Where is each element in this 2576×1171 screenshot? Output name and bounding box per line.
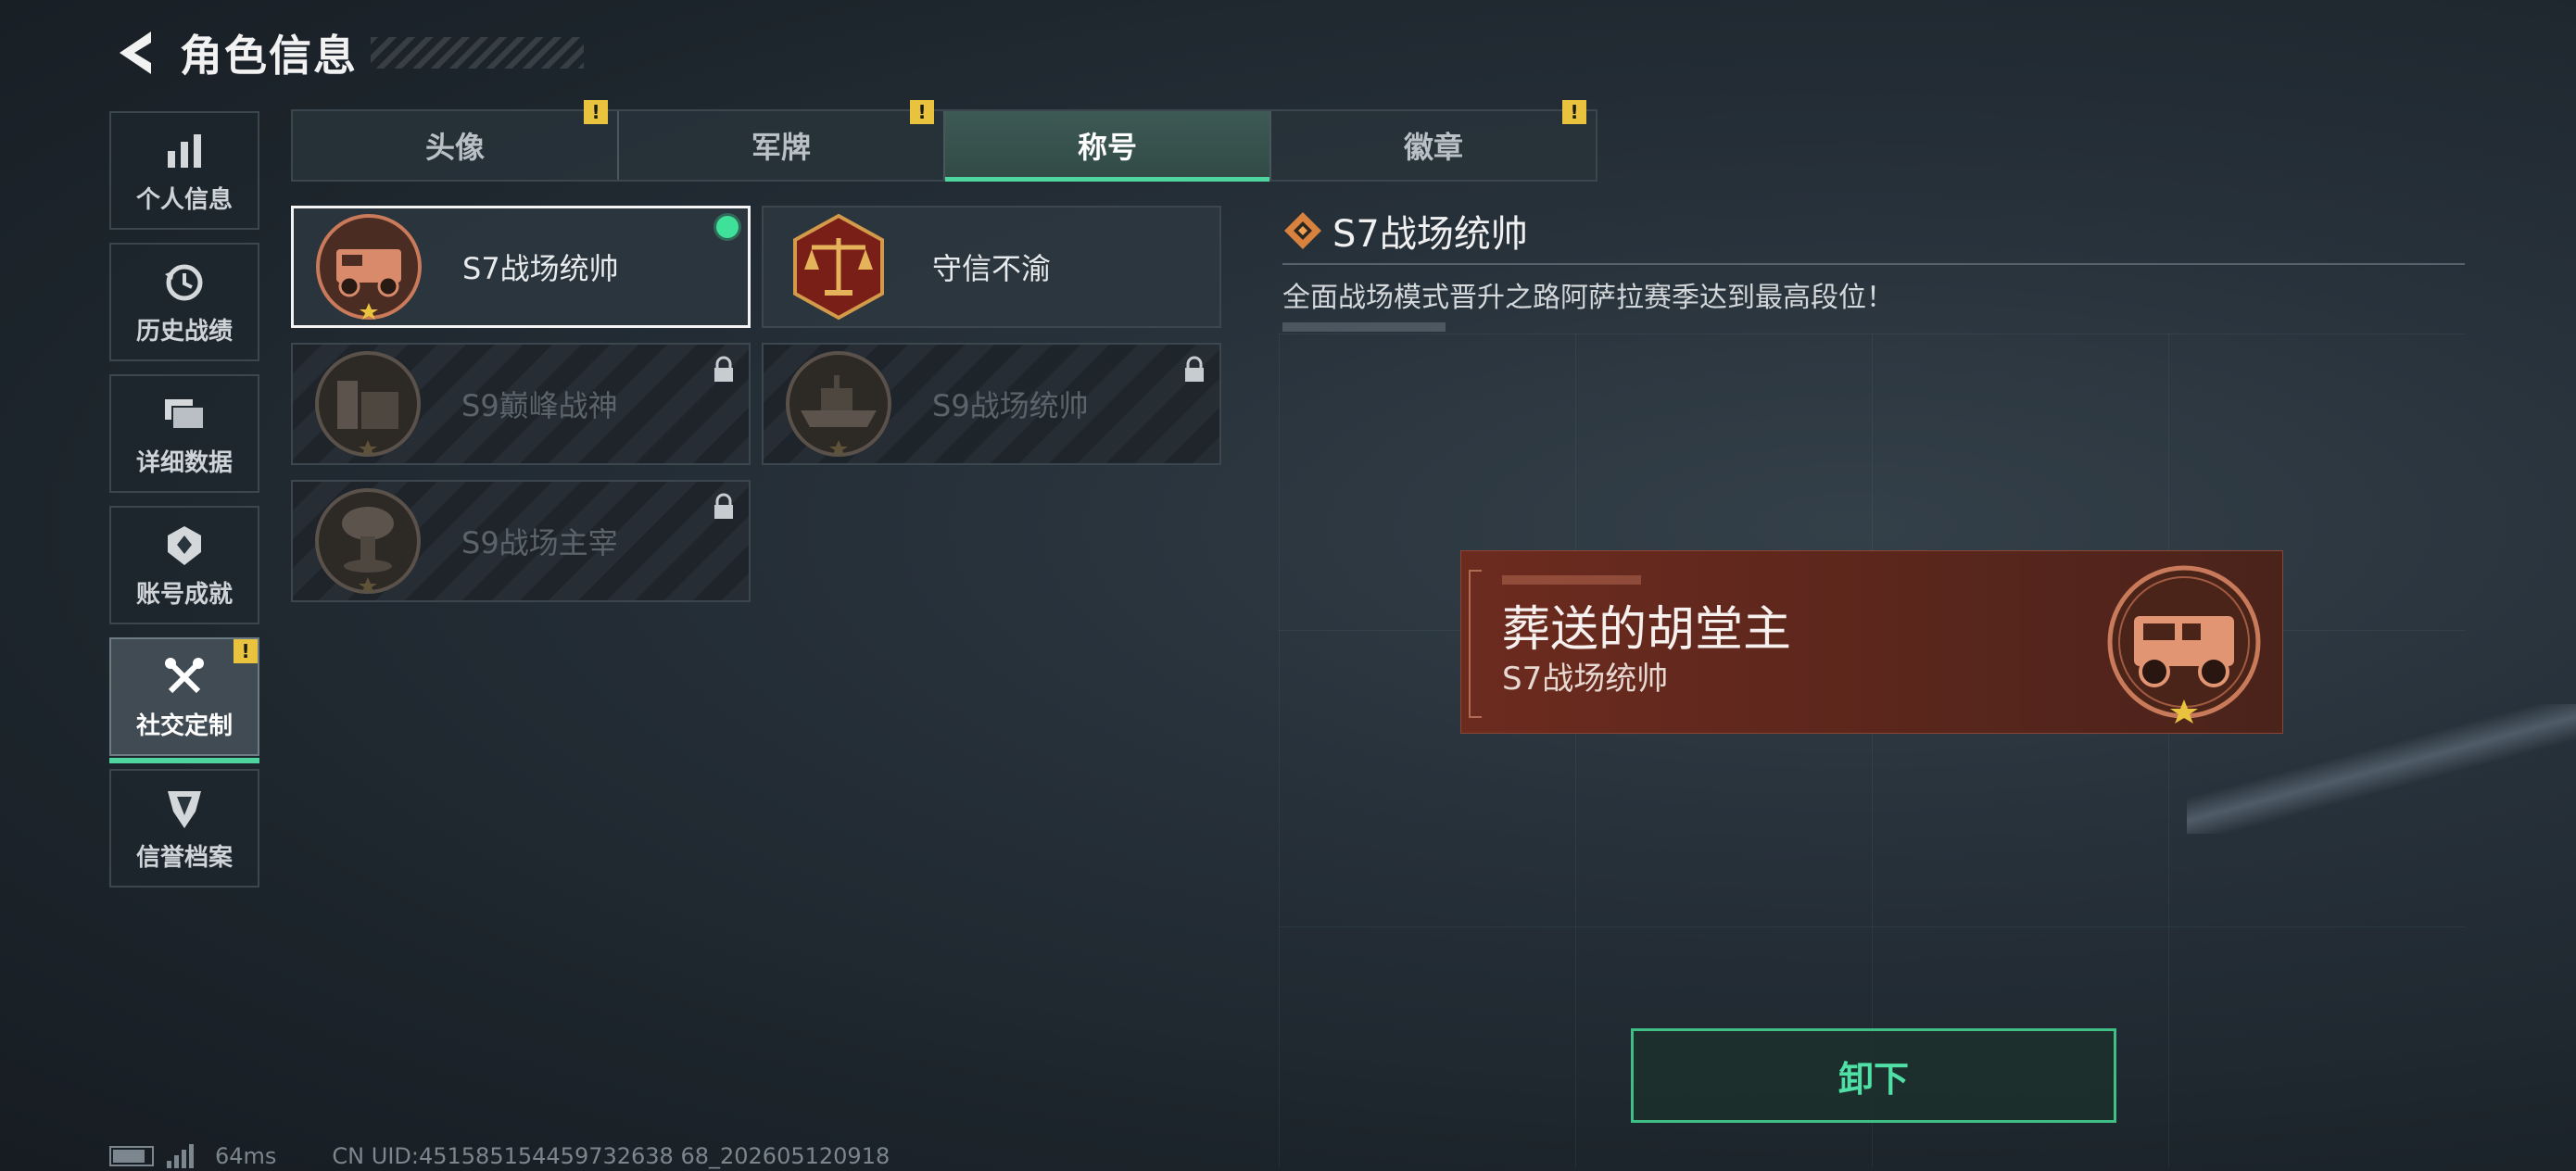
preview-bracket-decoration [1469,570,1482,718]
page-title: 角色信息 [180,31,358,81]
lock-icon [712,493,736,524]
status-bar: 64ms CN UID:451585154459732638 68_202605… [109,1143,890,1169]
title-card-s9-commander[interactable]: S9战场统帅 [762,343,1221,465]
alert-badge: ! [584,100,608,124]
diamond-rank-icon [1284,212,1321,249]
nav-label: 信誉档案 [135,843,233,872]
category-tabs: 头像 ! 军牌 ! 称号 徽章 ! [291,100,1597,182]
detail-title-name: S7战场统帅 [1332,213,1528,256]
title-card-trustworthy[interactable]: 守信不渝 [762,206,1221,328]
nav-item-achievements[interactable]: 账号成就 [109,506,259,624]
title-name: S9战场主宰 [461,525,618,560]
tab-dog-tag[interactable]: 军牌 ! [619,100,945,180]
bar-chart-icon [160,127,208,175]
preview-stripe-decoration [1502,575,1641,585]
mushroom-cloud-emblem-icon [313,486,423,596]
preview-title-name: S7战场统帅 [1502,661,1669,698]
lock-icon [1182,356,1206,387]
nav-item-reputation[interactable]: 信誉档案 [109,769,259,888]
title-preview-banner: 葬送的胡堂主 S7战场统帅 [1460,550,2283,734]
history-clock-icon [160,258,208,307]
title-stripe-decoration [371,37,584,69]
equipped-indicator [716,216,739,238]
armored-truck-emblem-icon [2101,560,2267,727]
title-card-s9-peak-god[interactable]: S9巅峰战神 [291,343,751,465]
unequip-button[interactable]: 卸下 [1631,1028,2116,1123]
left-nav: 个人信息 历史战绩 详细数据 账号成就 ! 社交定制 信誉档案 [109,111,259,900]
tab-title[interactable]: 称号 [945,111,1271,182]
title-name: S9战场统帅 [932,388,1089,423]
battery-icon [109,1146,154,1166]
detail-header: S7战场统帅 [1282,206,2465,256]
title-name: S7战场统帅 [462,251,619,286]
divider [1282,263,2465,265]
user-uid: CN UID:451585154459732638 68_20260512091… [332,1143,890,1169]
tab-label: 军牌 [751,130,811,165]
reputation-shield-icon [160,785,208,833]
scales-of-justice-emblem-icon [784,212,893,321]
wrench-screwdriver-icon [160,653,208,701]
title-name: 守信不渝 [932,251,1052,286]
back-button[interactable] [109,25,161,81]
armored-truck-emblem-icon [314,212,423,321]
tab-label: 称号 [1077,130,1137,165]
nav-label: 历史战绩 [135,317,233,346]
detail-description: 全面战场模式晋升之路阿萨拉赛季达到最高段位！ [1282,282,1894,314]
alert-badge: ! [1562,100,1586,124]
nav-label: 详细数据 [135,448,233,477]
lock-icon [712,356,736,387]
tab-avatar[interactable]: 头像 ! [293,100,619,180]
nav-label: 账号成就 [135,580,233,609]
signal-icon [167,1144,196,1168]
nav-item-detailed-data[interactable]: 详细数据 [109,374,259,493]
fortress-emblem-icon [313,349,423,459]
nav-item-personal-info[interactable]: 个人信息 [109,111,259,230]
nav-label: 个人信息 [135,185,233,214]
alert-badge: ! [910,100,934,124]
title-card-s7-commander[interactable]: S7战场统帅 [291,206,751,328]
nav-item-history[interactable]: 历史战绩 [109,243,259,361]
title-name: S9巅峰战神 [461,388,618,423]
detail-tag-decoration [1282,322,1446,332]
achievement-medal-icon [160,522,208,570]
tab-label: 头像 [424,130,485,165]
nav-item-social-custom[interactable]: ! 社交定制 [109,637,259,763]
folder-data-icon [160,390,208,438]
tab-badge[interactable]: 徽章 ! [1271,100,1596,180]
title-card-s9-dominator[interactable]: S9战场主宰 [291,480,751,602]
title-detail-panel: S7战场统帅 全面战场模式晋升之路阿萨拉赛季达到最高段位！ [1282,206,2465,332]
preview-player-name: 葬送的胡堂主 [1502,602,1792,658]
tab-label: 徽章 [1403,130,1463,165]
nav-label: 社交定制 [135,711,233,740]
page-header: 角色信息 [109,20,584,85]
back-arrow-icon [120,31,151,74]
alert-badge: ! [234,639,258,663]
ping-value: 64ms [215,1143,277,1169]
warship-emblem-icon [784,349,893,459]
